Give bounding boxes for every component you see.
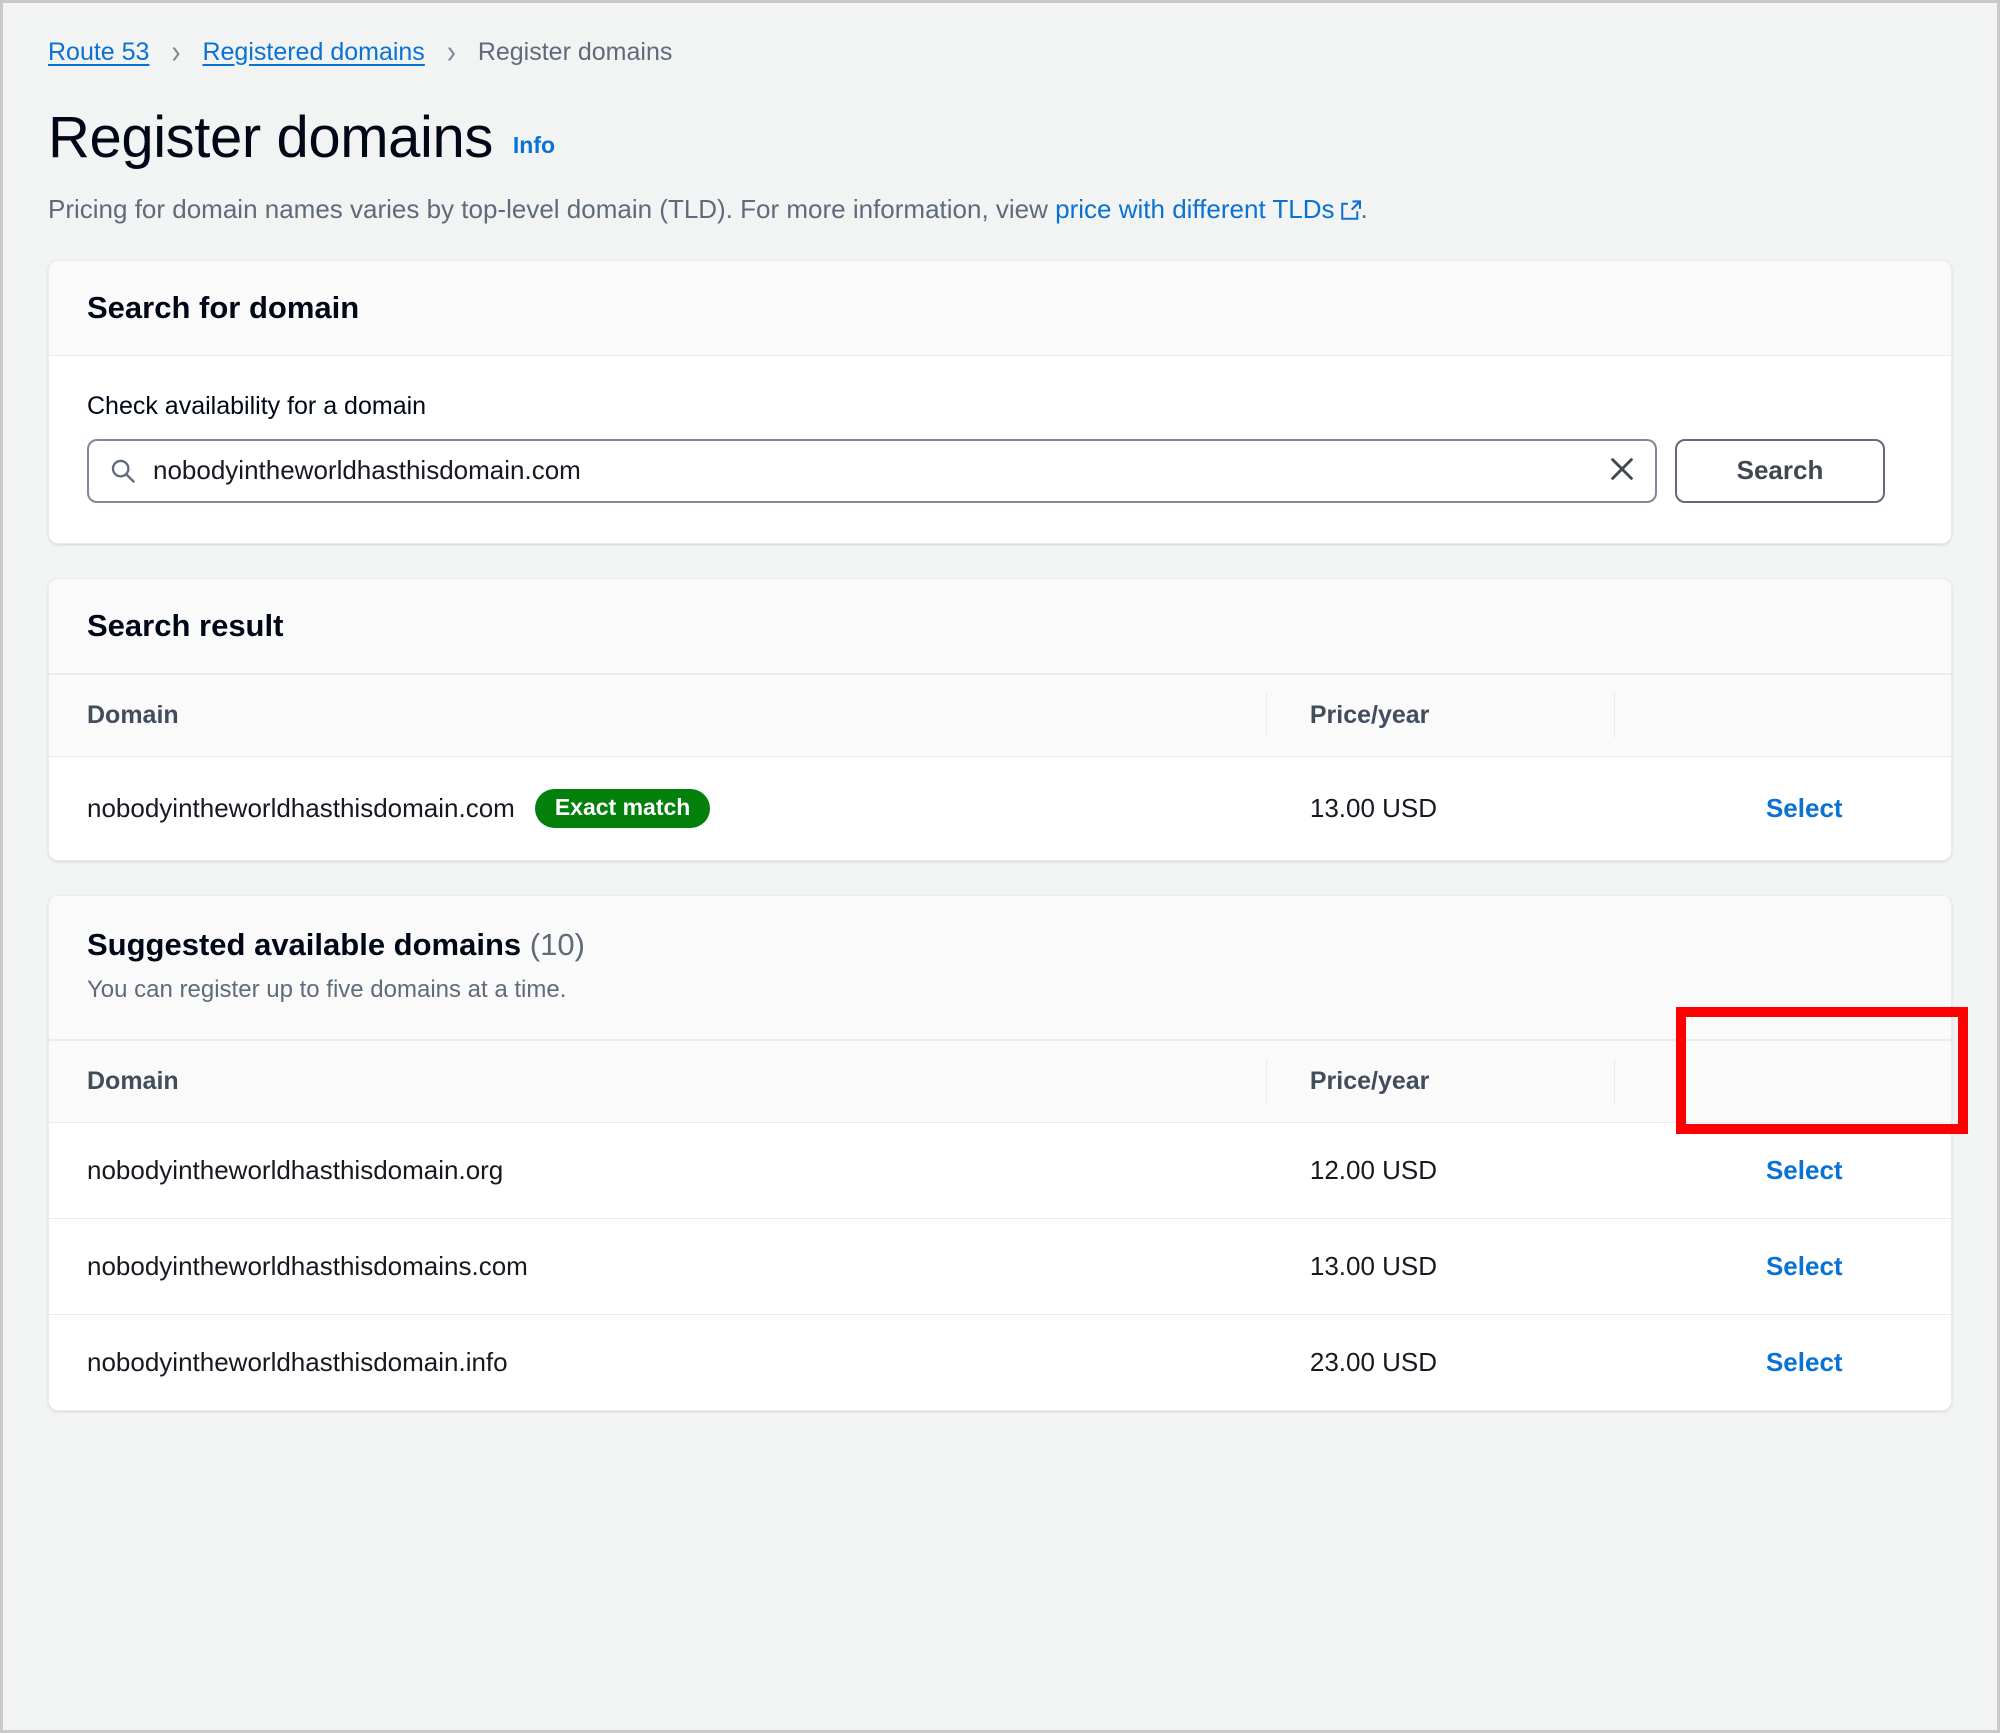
clear-search-button[interactable] xyxy=(1601,450,1643,492)
suggested-header: Suggested available domains (10) You can… xyxy=(49,895,1951,1040)
breadcrumb-item-registered-domains[interactable]: Registered domains xyxy=(202,39,424,65)
table-row: nobodyintheworldhasthisdomains.com 13.00… xyxy=(49,1218,1951,1315)
suggested-domains-table: Domain Price/year nobodyintheworldhasthi… xyxy=(49,1039,1951,1410)
breadcrumb-separator-icon: › xyxy=(446,32,456,71)
breadcrumb: Route 53 › Registered domains › Register… xyxy=(48,31,1952,73)
column-header-domain: Domain xyxy=(49,1039,1266,1123)
page-description-tail: . xyxy=(1360,194,1368,224)
domain-search-value[interactable]: nobodyintheworldhasthisdomain.com xyxy=(153,455,1601,486)
search-card-title: Search for domain xyxy=(87,289,360,325)
cell-price: 13.00 USD xyxy=(1265,1218,1614,1315)
search-result-title: Search result xyxy=(87,607,284,643)
register-domains-page: Route 53 › Registered domains › Register… xyxy=(0,0,2000,1733)
cell-action: Select xyxy=(1614,1314,1951,1410)
search-result-table: Domain Price/year nobodyintheworldhasthi… xyxy=(49,673,1951,860)
table-row: nobodyintheworldhasthisdomain.com Exact … xyxy=(49,756,1951,860)
column-header-action xyxy=(1613,673,1951,757)
page-title: Register domains xyxy=(48,105,493,170)
column-header-price: Price/year xyxy=(1265,673,1614,757)
cell-price: 23.00 USD xyxy=(1309,1346,1438,1377)
cell-domain: nobodyintheworldhasthisdomain.org xyxy=(49,1122,1266,1219)
search-result-header: Search result xyxy=(49,578,1951,674)
suggested-count: (10) xyxy=(529,926,585,962)
breadcrumb-separator-icon: › xyxy=(171,32,181,71)
cell-domain: nobodyintheworldhasthisdomain.com Exact … xyxy=(49,756,1266,860)
breadcrumb-item-register-domains: Register domains xyxy=(477,37,673,66)
table-row: nobodyintheworldhasthisdomain.org 12.00 … xyxy=(49,1122,1951,1219)
domain-name: nobodyintheworldhasthisdomain.com xyxy=(87,792,515,823)
search-result-card: Search result Domain Price/year nobodyin… xyxy=(48,577,1952,861)
info-link[interactable]: Info xyxy=(513,132,555,159)
cell-price: 13.00 USD xyxy=(1309,792,1438,823)
table-header-row: Domain Price/year xyxy=(49,1039,1951,1123)
select-button[interactable]: Select xyxy=(1766,793,1843,823)
page-header: Register domains Info xyxy=(48,109,1952,167)
search-row: nobodyintheworldhasthisdomain.com Search xyxy=(87,438,1913,503)
close-icon xyxy=(1607,454,1637,487)
breadcrumb-item-route-53[interactable]: Route 53 xyxy=(48,39,149,65)
select-button[interactable]: Select xyxy=(1766,1251,1843,1281)
suggested-title-text: Suggested available domains xyxy=(87,926,522,962)
cell-domain: nobodyintheworldhasthisdomains.com xyxy=(49,1218,1266,1315)
column-header-action xyxy=(1613,1039,1951,1123)
search-card-header: Search for domain xyxy=(49,260,1951,356)
cell-action: Select xyxy=(1614,756,1951,860)
cell-action: Select xyxy=(1613,1122,1951,1219)
cell-price: 12.00 USD xyxy=(1265,1122,1614,1219)
status-badge: Exact match xyxy=(534,788,711,828)
page-description-text: Pricing for domain names varies by top-l… xyxy=(48,194,1056,224)
suggested-title: Suggested available domains (10) xyxy=(87,926,1913,962)
domain-search-input[interactable]: nobodyintheworldhasthisdomain.com xyxy=(87,438,1657,503)
table-row: nobodyintheworldhasthisdomain.info 23.00… xyxy=(49,1314,1951,1410)
select-button[interactable]: Select xyxy=(1766,1155,1843,1185)
page-description: Pricing for domain names varies by top-l… xyxy=(48,193,1952,226)
search-icon xyxy=(109,457,137,485)
search-for-domain-card: Search for domain Check availability for… xyxy=(48,259,1952,544)
cell-domain: nobodyintheworldhasthisdomain.info xyxy=(87,1346,508,1377)
price-with-different-tlds-link[interactable]: price with different TLDs xyxy=(1055,194,1334,224)
select-button[interactable]: Select xyxy=(1766,1347,1843,1377)
column-header-domain: Domain xyxy=(49,673,1266,757)
search-card-body: Check availability for a domain nobodyin… xyxy=(49,356,1951,543)
search-field-label: Check availability for a domain xyxy=(87,391,427,420)
search-button[interactable]: Search xyxy=(1675,438,1885,503)
suggested-subtitle: You can register up to five domains at a… xyxy=(87,975,567,1003)
column-header-price: Price/year xyxy=(1265,1039,1614,1123)
table-header-row: Domain Price/year xyxy=(49,673,1951,757)
external-link-icon xyxy=(1340,195,1362,220)
suggested-available-domains-card: Suggested available domains (10) You can… xyxy=(48,894,1952,1411)
cell-action: Select xyxy=(1613,1218,1951,1315)
